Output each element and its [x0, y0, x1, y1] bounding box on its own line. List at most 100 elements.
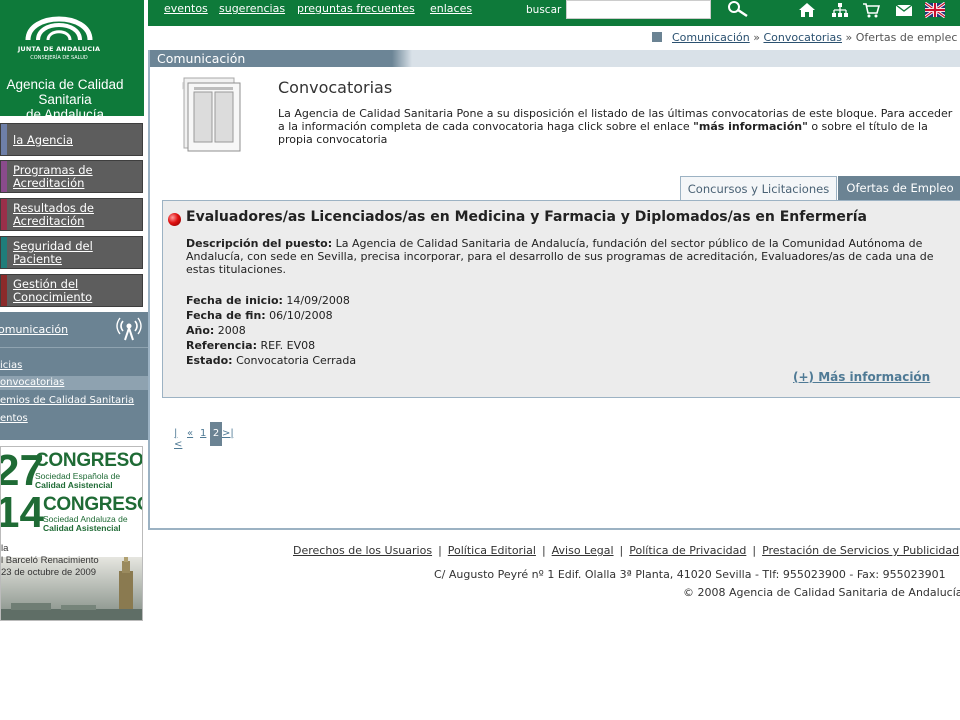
subnav-noticias[interactable]: icias	[0, 359, 148, 373]
desc-label: Descripción del puesto:	[186, 237, 333, 250]
leftnav-label[interactable]: Gestión del Conocimiento	[13, 278, 140, 304]
banner-congreso-2: CONGRESO	[43, 494, 143, 515]
leftnav-resultados[interactable]: Resultados de Acreditación	[0, 198, 143, 231]
top-link-enlaces[interactable]: enlaces	[430, 2, 472, 15]
leftnav-la-agencia[interactable]: la Agencia	[0, 123, 143, 156]
subnav-premios[interactable]: emios de Calidad Sanitaria	[0, 394, 148, 408]
search-label: buscar	[526, 4, 562, 16]
job-title-link[interactable]: Evaluadores/as Licenciados/as en Medicin…	[186, 209, 956, 225]
field-value: 2008	[214, 324, 246, 337]
footer-link-aviso-legal[interactable]: Aviso Legal	[552, 544, 614, 557]
section-title: Comunicación	[157, 51, 246, 66]
intro-emphasis: "más información"	[693, 120, 808, 133]
footer-copyright: © 2008 Agencia de Calidad Sanitaria de A…	[683, 586, 960, 599]
antenna-icon	[116, 317, 142, 341]
cart-icon[interactable]	[862, 2, 880, 18]
breadcrumb-sep: »	[845, 31, 853, 44]
mas-informacion-link[interactable]: (+) Más información	[793, 370, 930, 384]
field-value: REF. EV08	[257, 339, 316, 352]
leftnav-gestion[interactable]: Gestión del Conocimiento	[0, 274, 143, 307]
breadcrumb-current: Ofertas de emplec	[855, 31, 958, 44]
footer-address: C/ Augusto Peyré nº 1 Edif. Olalla 3ª Pl…	[434, 568, 946, 581]
field-label: Fecha de fin:	[186, 309, 266, 322]
junta-emblem-icon	[25, 16, 93, 41]
banner-congreso-1: CONGRESO	[35, 450, 143, 471]
home-icon[interactable]	[798, 2, 816, 18]
section-header: Comunicación	[150, 50, 960, 67]
banner-society-2b: Calidad Asistencial	[43, 523, 121, 533]
top-bar: eventos sugerencias preguntas frecuentes…	[148, 0, 960, 26]
footer-sep: |	[541, 544, 546, 557]
footer-link-politica-editorial[interactable]: Política Editorial	[448, 544, 536, 557]
leftnav-seguridad[interactable]: Seguridad del Paciente	[0, 236, 143, 269]
field-label: Referencia:	[186, 339, 258, 352]
document-icon	[182, 77, 241, 152]
field-anio: Año: 2008	[186, 323, 356, 338]
field-fecha-fin: Fecha de fin: 06/10/2008	[186, 308, 356, 323]
breadcrumb-sep: »	[753, 31, 760, 44]
banner-number-2: 14	[1, 488, 44, 537]
leftnav-color-bar	[1, 124, 7, 155]
congreso-banner[interactable]: 27 CONGRESO Sociedad Española de Calidad…	[0, 446, 143, 621]
footer-link-derechos[interactable]: Derechos de los Usuarios	[293, 544, 432, 557]
field-label: Año:	[186, 324, 215, 337]
tab-concursos-licitaciones[interactable]: Concursos y Licitaciones	[680, 176, 837, 200]
leftnav-color-bar	[1, 237, 7, 268]
breadcrumb-comunicacion[interactable]: Comunicación	[672, 31, 750, 44]
footer-link-privacidad[interactable]: Política de Privacidad	[629, 544, 746, 557]
logo-line-1: JUNTA DE ANDALUCIA	[17, 45, 101, 53]
job-description: Descripción del puesto: La Agencia de Ca…	[186, 237, 936, 276]
tab-ofertas-empleo[interactable]: Ofertas de Empleo	[838, 176, 960, 200]
field-label: Estado:	[186, 354, 233, 367]
leftnav-color-bar	[1, 161, 7, 192]
field-referencia: Referencia: REF. EV08	[186, 338, 356, 353]
subnav-convocatorias[interactable]: onvocatorias	[0, 376, 148, 390]
pager-prev[interactable]: «	[187, 428, 193, 439]
agency-logo[interactable]: JUNTA DE ANDALUCIA CONSEJERÍA DE SALUD A…	[0, 0, 144, 116]
breadcrumb: Comunicación » Convocatorias » Ofertas d…	[652, 31, 957, 44]
comunicacion-header[interactable]: omunicación	[0, 312, 148, 348]
logo-agency-name: Agencia de Calidad Sanitaria de Andalucí…	[0, 77, 140, 116]
field-estado: Estado: Convocatoria Cerrada	[186, 353, 356, 368]
agency-name-line-1: Agencia de Calidad Sanitaria	[6, 77, 124, 107]
breadcrumb-square-icon	[652, 32, 662, 42]
main-content: Comunicación Convocatorias La Agencia de…	[148, 50, 960, 530]
leftnav-color-bar	[1, 275, 7, 306]
breadcrumb-convocatorias[interactable]: Convocatorias	[763, 31, 842, 44]
search-icon[interactable]	[725, 0, 751, 18]
top-link-preguntas[interactable]: preguntas frecuentes	[297, 2, 415, 15]
pager-first[interactable]: |<	[174, 428, 182, 450]
page-intro: La Agencia de Calidad Sanitaria Pone a s…	[278, 107, 958, 146]
field-value: Convocatoria Cerrada	[232, 354, 357, 367]
field-value: 14/09/2008	[282, 294, 350, 307]
leftnav-label[interactable]: Resultados de Acreditación	[13, 202, 140, 228]
mail-icon[interactable]	[895, 2, 913, 18]
top-link-sugerencias[interactable]: sugerencias	[219, 2, 285, 15]
status-bullet-icon	[168, 213, 181, 226]
leftnav-programas[interactable]: Programas de Acreditación	[0, 160, 143, 193]
leftnav-label[interactable]: Seguridad del Paciente	[13, 240, 140, 266]
field-value: 06/10/2008	[265, 309, 333, 322]
footer-sep: |	[619, 544, 624, 557]
comunicacion-menu: omunicación icias onvocatorias emios de …	[0, 312, 148, 440]
top-link-eventos[interactable]: eventos	[164, 2, 208, 15]
english-flag-icon[interactable]	[925, 2, 945, 18]
banner-venue-2: l Barceló Renacimiento	[1, 555, 99, 566]
leftnav-label[interactable]: la Agencia	[13, 134, 140, 147]
logo-line-2: CONSEJERÍA DE SALUD	[30, 55, 88, 61]
pager-page-1[interactable]: 1	[200, 428, 206, 439]
comunicacion-title[interactable]: omunicación	[0, 323, 68, 336]
field-label: Fecha de inicio:	[186, 294, 283, 307]
sitemap-icon[interactable]	[831, 2, 849, 18]
pager-page-2-current: 2	[210, 422, 222, 446]
field-fecha-inicio: Fecha de inicio: 14/09/2008	[186, 293, 356, 308]
footer-sep: |	[752, 544, 757, 557]
subnav-eventos[interactable]: entos	[0, 412, 148, 426]
leftnav-color-bar	[1, 199, 7, 230]
agency-name-line-2: de Andalucía	[25, 107, 105, 116]
job-fields: Fecha de inicio: 14/09/2008 Fecha de fin…	[186, 293, 356, 368]
leftnav-label[interactable]: Programas de Acreditación	[13, 164, 140, 190]
pager-last[interactable]: >|	[222, 428, 234, 439]
footer-link-prestacion[interactable]: Prestación de Servicios y Publicidad	[762, 544, 959, 557]
search-input[interactable]	[566, 0, 711, 19]
